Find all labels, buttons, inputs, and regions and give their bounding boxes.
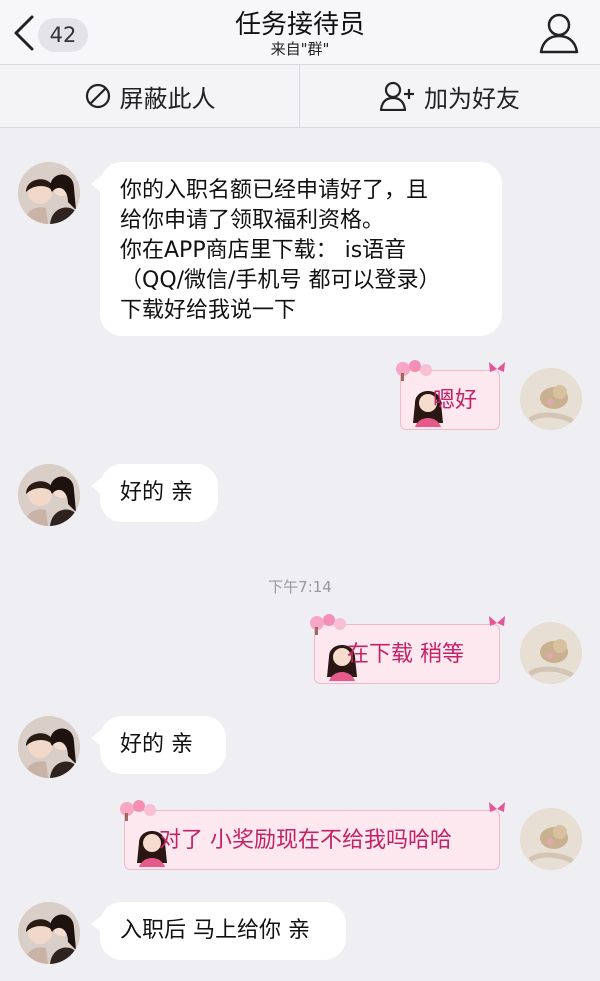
- action-bar: 屏蔽此人 加为好友: [0, 64, 600, 128]
- contact-avatar[interactable]: [18, 162, 80, 224]
- message-bubble-received[interactable]: 好的 亲: [91, 464, 218, 522]
- flower-decoration-icon: [310, 614, 346, 635]
- butterfly-icon: [489, 802, 505, 812]
- flower-decoration-icon: [396, 360, 432, 381]
- message-bubble-sent[interactable]: 对了 小奖励现在不给我吗哈哈: [120, 800, 505, 870]
- message-bubble-sent[interactable]: 嗯好: [396, 360, 505, 430]
- chat-subtitle: 来自"群": [270, 40, 330, 58]
- my-avatar[interactable]: [520, 368, 582, 430]
- add-person-icon: [380, 81, 414, 111]
- message-bubble-received[interactable]: 入职后 马上给你 亲: [91, 902, 346, 960]
- block-user-label: 屏蔽此人: [119, 84, 216, 113]
- block-user-button[interactable]: 屏蔽此人: [0, 65, 300, 127]
- sent-message-text: 在下载 稍等: [347, 642, 464, 667]
- block-icon: [85, 83, 110, 109]
- butterfly-icon: [489, 362, 505, 372]
- contact-avatar[interactable]: [18, 464, 80, 526]
- butterfly-icon: [489, 616, 505, 626]
- contact-avatar[interactable]: [18, 902, 80, 964]
- profile-button[interactable]: [536, 10, 582, 56]
- sent-message-text: 嗯好: [433, 388, 478, 413]
- my-avatar[interactable]: [520, 808, 582, 870]
- add-friend-label: 加为好友: [424, 84, 520, 113]
- flower-decoration-icon: [120, 800, 156, 821]
- my-avatar[interactable]: [520, 622, 582, 684]
- chat-title: 任务接待员: [234, 10, 365, 40]
- chat-header: 42 任务接待员 来自"群": [0, 0, 600, 64]
- person-icon: [539, 13, 579, 54]
- sent-message-text: 对了 小奖励现在不给我吗哈哈: [159, 828, 452, 853]
- message-bubble-sent[interactable]: 在下载 稍等: [310, 614, 505, 684]
- message-bubble-received[interactable]: 好的 亲: [91, 716, 226, 774]
- message-timestamp: 下午7:14: [268, 578, 332, 596]
- contact-avatar[interactable]: [18, 716, 80, 778]
- add-friend-button[interactable]: 加为好友: [300, 65, 600, 127]
- message-bubble-received[interactable]: 你的入职名额已经申请好了，且 给你申请了领取福利资格。 你在APP商店里下载： …: [91, 162, 502, 336]
